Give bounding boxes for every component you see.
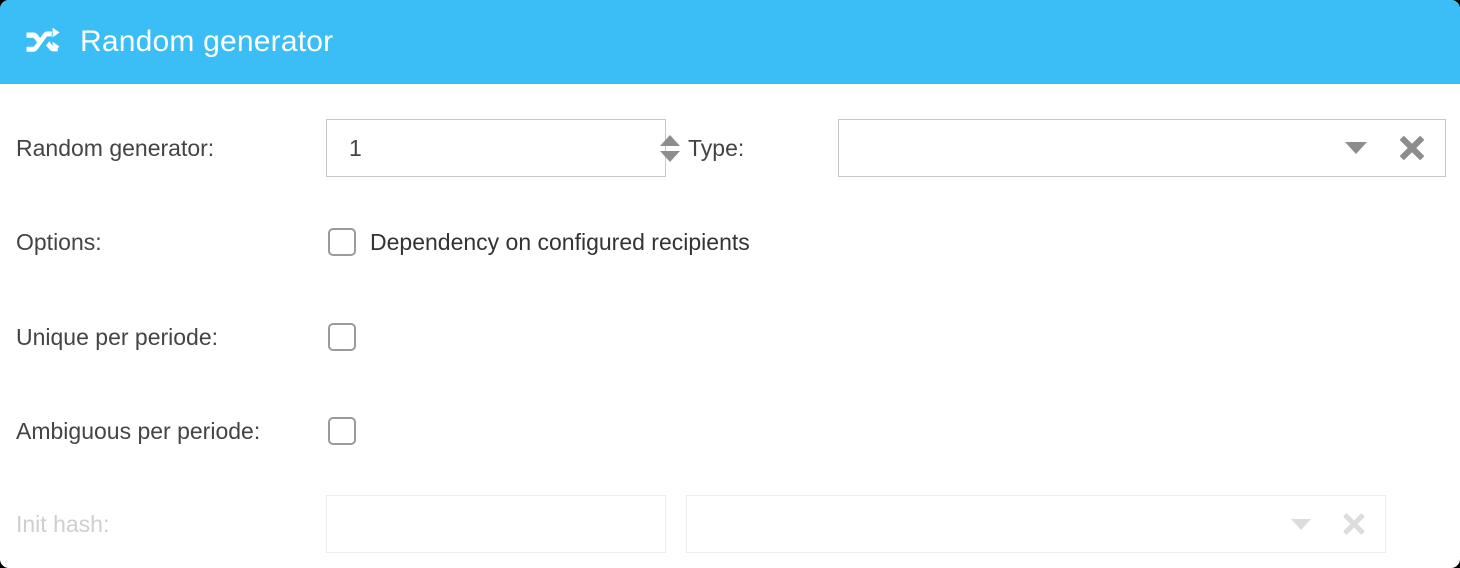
ambiguous-per-periode-label: Ambiguous per periode: [16,417,261,444]
random-generator-input[interactable] [327,120,647,176]
row-ambiguous-per-periode: Ambiguous per periode: [0,401,1460,461]
options-label: Options: [16,228,102,255]
unique-per-periode-checkbox[interactable] [328,323,356,351]
dependency-on-configured-recipients-checkbox[interactable] [328,228,356,256]
row-options: Options: Dependency on configured recipi… [0,212,1460,272]
panel-title: Random generator [80,25,334,58]
row-random-generator: Random generator: Type: [0,118,1460,178]
stepper-arrows[interactable] [647,120,693,176]
random-generator-panel: Random generator Random generator: Type: [0,0,1460,568]
close-icon [1339,509,1369,539]
panel-header: Random generator [0,0,1460,84]
row-init-hash: Init hash: [0,494,1460,554]
chevron-down-icon [1291,518,1311,530]
random-generator-label: Random generator: [16,134,215,161]
type-label: Type: [688,134,745,161]
form-body: Random generator: Type: Options: Depende… [0,84,1460,568]
random-generator-stepper[interactable] [326,119,680,177]
shuffle-icon [26,27,60,52]
type-select[interactable] [838,119,1446,177]
triangle-down-icon[interactable] [660,150,680,162]
dependency-on-configured-recipients-label[interactable]: Dependency on configured recipients [370,229,750,256]
init-hash-label: Init hash: [16,510,110,537]
chevron-down-icon[interactable] [1345,142,1367,154]
row-unique-per-periode: Unique per periode: [0,307,1460,367]
close-icon[interactable] [1397,133,1427,163]
triangle-up-icon[interactable] [660,134,680,146]
unique-per-periode-label: Unique per periode: [16,323,219,350]
init-hash-select [686,495,1386,553]
ambiguous-per-periode-checkbox[interactable] [328,417,356,445]
init-hash-input [326,495,666,553]
